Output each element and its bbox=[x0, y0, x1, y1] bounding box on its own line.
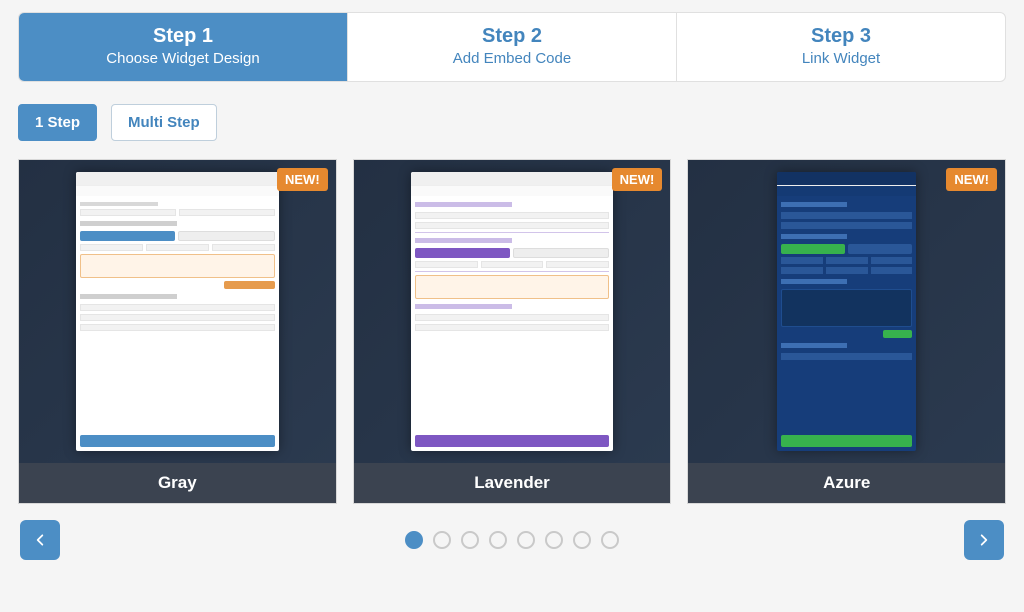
design-name: Gray bbox=[19, 463, 336, 503]
step-1-sub: Choose Widget Design bbox=[29, 50, 337, 67]
carousel-dot[interactable] bbox=[405, 531, 423, 549]
subtab-1-step[interactable]: 1 Step bbox=[18, 104, 97, 141]
carousel-dot[interactable] bbox=[433, 531, 451, 549]
carousel-dot[interactable] bbox=[545, 531, 563, 549]
design-preview-gray bbox=[19, 160, 336, 463]
carousel-dot[interactable] bbox=[461, 531, 479, 549]
carousel-nav bbox=[18, 520, 1006, 560]
carousel-dot[interactable] bbox=[573, 531, 591, 549]
layout-subtabs: 1 Step Multi Step bbox=[18, 104, 1006, 141]
step-2-title: Step 2 bbox=[358, 25, 666, 48]
checkout-mock bbox=[411, 172, 614, 451]
carousel-next-button[interactable] bbox=[964, 520, 1004, 560]
design-name: Lavender bbox=[354, 463, 671, 503]
step-3-tab[interactable]: Step 3 Link Widget bbox=[676, 13, 1005, 81]
widget-design-picker: Step 1 Choose Widget Design Step 2 Add E… bbox=[0, 0, 1024, 560]
subtab-multi-step[interactable]: Multi Step bbox=[111, 104, 217, 141]
design-card-lavender[interactable]: NEW! bbox=[353, 159, 672, 504]
chevron-right-icon bbox=[977, 529, 991, 551]
step-2-tab[interactable]: Step 2 Add Embed Code bbox=[347, 13, 676, 81]
step-3-sub: Link Widget bbox=[687, 50, 995, 67]
design-card-azure[interactable]: NEW! bbox=[687, 159, 1006, 504]
design-name: Azure bbox=[688, 463, 1005, 503]
design-preview-azure bbox=[688, 160, 1005, 463]
carousel-prev-button[interactable] bbox=[20, 520, 60, 560]
checkout-mock bbox=[76, 172, 279, 451]
new-badge: NEW! bbox=[277, 168, 328, 191]
wizard-steps: Step 1 Choose Widget Design Step 2 Add E… bbox=[18, 12, 1006, 82]
carousel-dot[interactable] bbox=[517, 531, 535, 549]
new-badge: NEW! bbox=[946, 168, 997, 191]
new-badge: NEW! bbox=[612, 168, 663, 191]
carousel-dots bbox=[405, 531, 619, 549]
design-card-gray[interactable]: NEW! bbox=[18, 159, 337, 504]
step-1-tab[interactable]: Step 1 Choose Widget Design bbox=[19, 13, 347, 81]
carousel-dot[interactable] bbox=[601, 531, 619, 549]
step-3-title: Step 3 bbox=[687, 25, 995, 48]
chevron-left-icon bbox=[33, 529, 47, 551]
carousel-dot[interactable] bbox=[489, 531, 507, 549]
step-1-title: Step 1 bbox=[29, 25, 337, 48]
checkout-mock bbox=[777, 172, 916, 451]
design-carousel: NEW! bbox=[18, 159, 1006, 504]
step-2-sub: Add Embed Code bbox=[358, 50, 666, 67]
design-preview-lavender bbox=[354, 160, 671, 463]
